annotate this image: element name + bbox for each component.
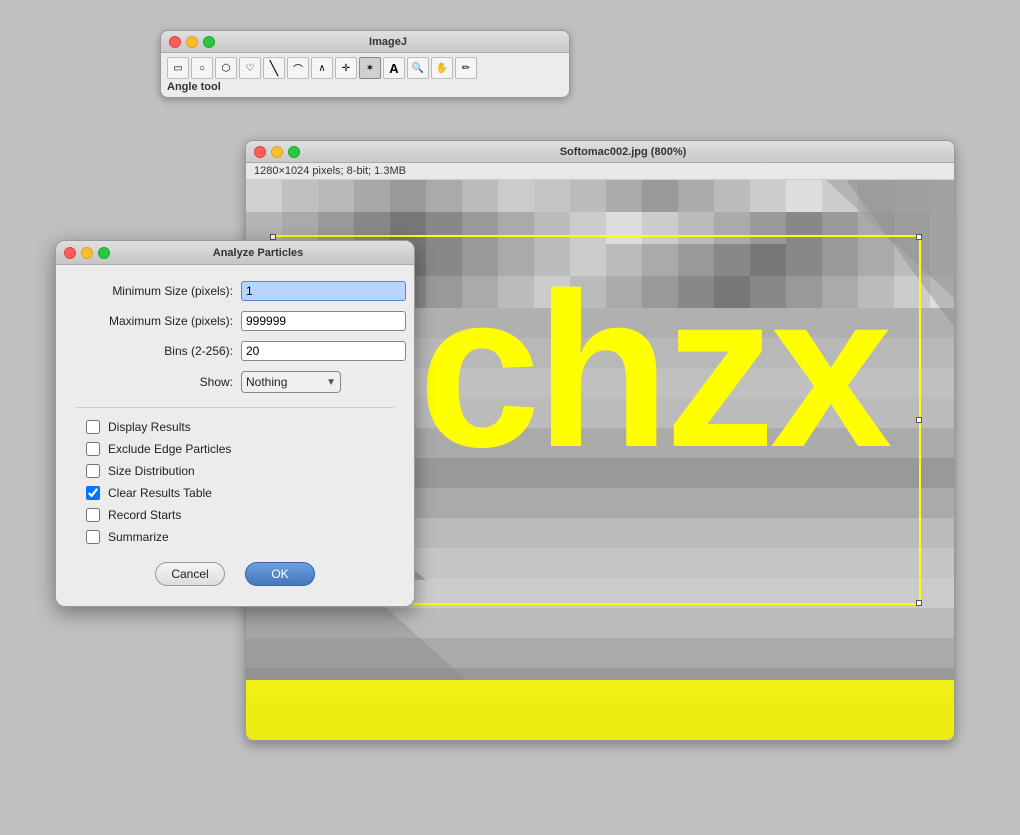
minimize-button[interactable]: [186, 36, 198, 48]
display-results-checkbox[interactable]: [86, 420, 100, 434]
wand-tool[interactable]: ✶: [359, 57, 381, 79]
divider: [76, 407, 394, 408]
toolbar-title: ImageJ: [215, 36, 561, 48]
rectangle-tool[interactable]: ▭: [167, 57, 189, 79]
dropper-tool[interactable]: ✏: [455, 57, 477, 79]
analyze-particles-dialog: Analyze Particles Minimum Size (pixels):…: [55, 240, 415, 607]
dialog-maximize-button[interactable]: [98, 247, 110, 259]
image-minimize-button[interactable]: [271, 146, 283, 158]
chevron-down-icon: ▼: [326, 377, 336, 388]
oval-tool[interactable]: ○: [191, 57, 213, 79]
max-size-label: Maximum Size (pixels):: [76, 314, 241, 328]
size-distribution-checkbox[interactable]: [86, 464, 100, 478]
min-size-row: Minimum Size (pixels):: [76, 281, 394, 301]
image-titlebar: Softomac002.jpg (800%): [246, 141, 954, 163]
display-results-label: Display Results: [108, 420, 191, 434]
dialog-minimize-button[interactable]: [81, 247, 93, 259]
dialog-buttons: Cancel OK: [76, 562, 394, 586]
traffic-lights: [169, 36, 215, 48]
yellow-band: [246, 680, 954, 740]
angle-tool[interactable]: ∧: [311, 57, 333, 79]
clear-results-row: Clear Results Table: [76, 486, 394, 500]
freehand-tool[interactable]: ♡: [239, 57, 261, 79]
summarize-label: Summarize: [108, 530, 169, 544]
summarize-row: Summarize: [76, 530, 394, 544]
record-starts-label: Record Starts: [108, 508, 181, 522]
cancel-button[interactable]: Cancel: [155, 562, 225, 586]
exclude-edge-checkbox[interactable]: [86, 442, 100, 456]
exclude-edge-row: Exclude Edge Particles: [76, 442, 394, 456]
image-close-button[interactable]: [254, 146, 266, 158]
imagej-toolbar-window: ImageJ ▭ ○ ⬡ ♡ ╲ ⌒ ∧ ✛ ✶ A 🔍 ✋ ✏ Angle t…: [160, 30, 570, 98]
max-size-input[interactable]: [241, 311, 406, 331]
dialog-titlebar: Analyze Particles: [56, 241, 414, 265]
image-info-text: 1280×1024 pixels; 8-bit; 1.3MB: [254, 165, 406, 177]
toolbar-titlebar: ImageJ: [161, 31, 569, 53]
record-starts-checkbox[interactable]: [86, 508, 100, 522]
toolbar-body: ▭ ○ ⬡ ♡ ╲ ⌒ ∧ ✛ ✶ A 🔍 ✋ ✏ Angle tool: [161, 53, 569, 97]
angle-tool-label: Angle tool: [167, 79, 563, 95]
bins-row: Bins (2-256):: [76, 341, 394, 361]
maximize-button[interactable]: [203, 36, 215, 48]
crosshair-tool[interactable]: ✛: [335, 57, 357, 79]
image-title: Softomac002.jpg (800%): [300, 146, 946, 158]
show-row: Show: Nothing ▼: [76, 371, 394, 393]
min-size-input[interactable]: [241, 281, 406, 301]
size-distribution-label: Size Distribution: [108, 464, 195, 478]
selection-handle-br[interactable]: [916, 600, 922, 606]
image-traffic-lights: [254, 146, 300, 158]
min-size-label: Minimum Size (pixels):: [76, 284, 241, 298]
dialog-title: Analyze Particles: [110, 247, 406, 259]
max-size-row: Maximum Size (pixels):: [76, 311, 394, 331]
line-tool[interactable]: ╲: [263, 57, 285, 79]
selection-handle-r[interactable]: [916, 417, 922, 423]
dialog-traffic-lights: [64, 247, 110, 259]
exclude-edge-label: Exclude Edge Particles: [108, 442, 231, 456]
clear-results-label: Clear Results Table: [108, 486, 212, 500]
dialog-body: Minimum Size (pixels): Maximum Size (pix…: [56, 265, 414, 606]
display-results-row: Display Results: [76, 420, 394, 434]
summarize-checkbox[interactable]: [86, 530, 100, 544]
polyline-tool[interactable]: ⌒: [287, 57, 309, 79]
toolbar-icons: ▭ ○ ⬡ ♡ ╲ ⌒ ∧ ✛ ✶ A 🔍 ✋ ✏: [167, 57, 563, 79]
size-distribution-row: Size Distribution: [76, 464, 394, 478]
show-select-dropdown[interactable]: Nothing ▼: [241, 371, 341, 393]
show-select-value: Nothing: [246, 375, 322, 389]
dialog-close-button[interactable]: [64, 247, 76, 259]
hand-tool[interactable]: ✋: [431, 57, 453, 79]
record-starts-row: Record Starts: [76, 508, 394, 522]
text-tool[interactable]: A: [383, 57, 405, 79]
bins-label: Bins (2-256):: [76, 344, 241, 358]
show-label: Show:: [76, 375, 241, 389]
magnify-tool[interactable]: 🔍: [407, 57, 429, 79]
image-maximize-button[interactable]: [288, 146, 300, 158]
bins-input[interactable]: [241, 341, 406, 361]
selection-handle-tr[interactable]: [916, 234, 922, 240]
close-button[interactable]: [169, 36, 181, 48]
clear-results-checkbox[interactable]: [86, 486, 100, 500]
polygon-tool[interactable]: ⬡: [215, 57, 237, 79]
image-info-bar: 1280×1024 pixels; 8-bit; 1.3MB: [246, 163, 954, 180]
ok-button[interactable]: OK: [245, 562, 315, 586]
